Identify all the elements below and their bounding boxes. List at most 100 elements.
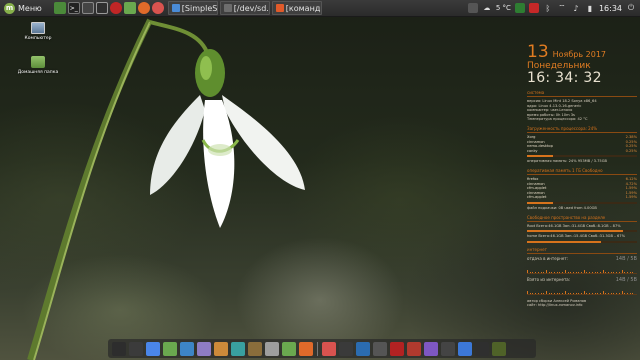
section-title: Загруженность процессора: 24% (527, 126, 637, 133)
graph-bar (554, 271, 555, 273)
section-title: Свободное пространство на разделе (527, 215, 637, 222)
system-section: система версия: Linux Mint 18.2 Sonya x8… (527, 90, 637, 122)
graph-bar (632, 292, 634, 294)
mint-update-icon[interactable] (163, 341, 177, 356)
graph-bar (562, 271, 564, 273)
disk-icon[interactable] (492, 341, 506, 356)
opera-icon[interactable] (231, 341, 245, 356)
graph-bar (581, 271, 582, 273)
disk-home-bar-fill (527, 240, 601, 243)
disk-section: Свободное пространство на разделе Root В… (527, 215, 637, 243)
graph-bar (564, 269, 566, 273)
graph-bar (586, 271, 588, 273)
graph-bar (540, 292, 542, 294)
graph-bar (581, 292, 582, 294)
graph-bar (543, 271, 545, 273)
disk-root-line: Root Всего:46.1GB Зан.:31.4GB Своб.:8.1G… (527, 223, 621, 228)
graph-bar (570, 271, 572, 273)
memory-section: оперативная память 1 ГБ Свободно firefox… (527, 168, 637, 211)
memory-line: оперативная память: 24% 953MB / 3.75GB (527, 159, 607, 164)
process-pct: 1.59% (625, 195, 637, 200)
graph-bar (602, 290, 604, 294)
graph-bar (554, 292, 555, 294)
graph-bar (589, 271, 591, 273)
graph-bar (540, 271, 542, 273)
section-title: система (527, 90, 637, 97)
dictionary-icon[interactable] (407, 341, 421, 356)
graph-bar (527, 269, 528, 273)
graph-bar (597, 292, 599, 294)
graph-bar (567, 292, 569, 294)
upload-label: отдача в интернет: (527, 255, 569, 261)
disk-home-bar (527, 240, 637, 243)
graph-bar (586, 292, 588, 294)
footer-section: автор сборки Алексей Романов сайт: http:… (527, 299, 637, 308)
screenshot-icon[interactable] (458, 341, 472, 356)
upload-value: 14B / 5B (615, 255, 637, 262)
graph-bar (556, 292, 558, 294)
privacy-icon[interactable] (424, 341, 438, 356)
graph-bar (543, 292, 545, 294)
chrome-icon[interactable] (322, 341, 336, 356)
process-pct: 0.25% (625, 148, 637, 153)
disk-root-bar-fill (527, 230, 623, 233)
cherries-icon[interactable] (390, 341, 404, 356)
music-icon[interactable] (339, 341, 353, 356)
process-name: conky (527, 148, 538, 153)
graph-bar (583, 290, 585, 294)
graph-bar (556, 271, 558, 273)
graph-bar (599, 271, 601, 273)
graph-bar (594, 271, 596, 273)
download-row: Взято из интернета: 14B / 5B (527, 277, 637, 283)
gimp-icon[interactable] (248, 341, 262, 356)
folder-icon[interactable] (282, 341, 296, 356)
terminal-icon[interactable] (112, 341, 126, 356)
graph-bar (594, 292, 596, 294)
process-row: cfm-applet 1.59% (527, 195, 637, 200)
section-title: оперативная память 1 ГБ Свободно (527, 168, 637, 175)
graph-bar (548, 271, 550, 273)
network-section: интернет отдача в интернет: 14B / 5B Взя… (527, 247, 637, 295)
graph-bar (599, 292, 601, 294)
chromium-icon[interactable] (146, 341, 160, 356)
graph-bar (591, 271, 593, 273)
footer-line: сайт: http://linux-romanov.info (527, 303, 583, 308)
graph-bar (616, 271, 618, 273)
graph-bar (535, 271, 537, 273)
section-title: интернет (527, 247, 637, 254)
firefox-icon[interactable] (299, 341, 313, 356)
graph-bar (575, 271, 577, 273)
graph-bar (567, 271, 569, 273)
kdenlive-icon[interactable] (441, 341, 455, 356)
graph-bar (583, 269, 585, 273)
graph-bar (551, 271, 553, 273)
video-icon[interactable] (356, 341, 370, 356)
graph-bar (572, 292, 574, 294)
process-row: conky 0.25% (527, 149, 637, 154)
archive-icon[interactable] (214, 341, 228, 356)
cpu-section: Загруженность процессора: 24% Xorg 2.38% … (527, 126, 637, 164)
graph-bar (610, 271, 612, 273)
conky-clock: 16: 34: 32 (527, 70, 602, 86)
graph-bar (562, 292, 564, 294)
graph-bar (624, 292, 626, 294)
settings-icon[interactable] (475, 341, 489, 356)
swap-line: файл подкачки: 0B used from 4.00GB (527, 205, 597, 210)
conky-date: 13 Ноябрь 2017 (527, 44, 637, 61)
media-player-icon[interactable] (373, 341, 387, 356)
graph-bar (608, 292, 609, 294)
graph-bar (545, 269, 547, 273)
graph-bar (629, 292, 631, 294)
system-monitor-icon[interactable] (129, 341, 143, 356)
text-editor-icon[interactable] (265, 341, 279, 356)
graph-bar (532, 271, 534, 273)
dock-separator (317, 341, 318, 356)
download-value: 14B / 5B (615, 276, 637, 283)
photos-icon[interactable] (180, 341, 194, 356)
calculator-icon[interactable] (197, 341, 211, 356)
graph-bar (632, 271, 634, 273)
graph-bar (626, 271, 628, 273)
graph-bar (605, 271, 607, 273)
download-graph (527, 284, 637, 295)
disk-root-bar (527, 230, 637, 233)
